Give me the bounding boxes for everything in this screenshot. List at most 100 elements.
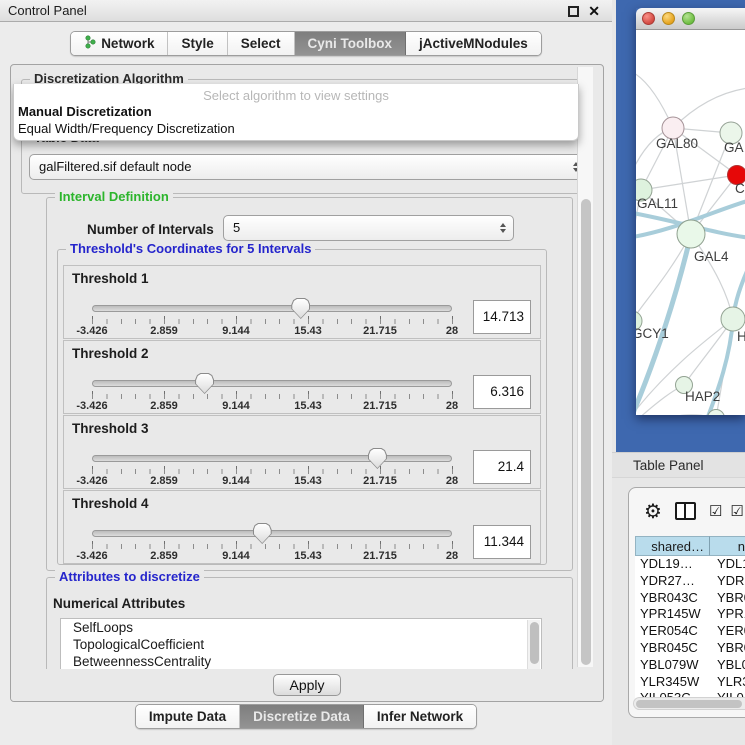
network-node-h[interactable]	[721, 307, 745, 331]
shared-name-cell: YLR345W	[635, 674, 710, 691]
control-panel-titlebar: Control Panel ✕	[0, 0, 612, 22]
tab-infer-network[interactable]: Infer Network	[364, 705, 476, 728]
table-row[interactable]: YLR345WYLR3	[635, 674, 745, 691]
table-data-combobox[interactable]: galFiltered.sif default node	[29, 154, 587, 180]
table-horizontal-scrollbar[interactable]	[633, 697, 745, 710]
column-header-shared-name[interactable]: shared…	[635, 536, 710, 556]
close-icon[interactable]: ✕	[588, 6, 600, 17]
tab-label: Style	[181, 36, 213, 51]
shared-name-cell: YBR043C	[635, 590, 710, 607]
close-traffic-light-icon[interactable]	[642, 12, 655, 25]
algorithm-option[interactable]: Equal Width/Frequency Discretization	[14, 120, 578, 137]
name-cell: YER0	[710, 623, 745, 640]
panel-vertical-scrollbar[interactable]	[577, 67, 593, 667]
network-node-label: GAL80	[656, 136, 698, 151]
scroll-content: Discretization Algorithm Select algorith…	[11, 65, 604, 669]
threshold-value-field[interactable]: 21.4	[473, 450, 531, 484]
network-canvas[interactable]: GAL80GACGAL11GAL4GCY1HHAP2	[636, 30, 745, 415]
table-row[interactable]: YBR045CYBR0	[635, 640, 745, 657]
tab-cyni-toolbox[interactable]: Cyni Toolbox	[295, 32, 407, 55]
threshold-value-field[interactable]: 6.316	[473, 375, 531, 409]
table-row[interactable]: YBR043CYBR0	[635, 590, 745, 607]
apply-row: Apply	[11, 669, 603, 702]
algorithm-dropdown-popup: Select algorithm to view settings Manual…	[13, 84, 579, 141]
tab-select[interactable]: Select	[228, 32, 295, 55]
select-none-checkbox-icon[interactable]: ☑	[730, 502, 745, 520]
network-node-label: GCY1	[636, 326, 669, 341]
split-columns-icon[interactable]	[675, 502, 696, 520]
tab-label: Impute Data	[149, 709, 226, 724]
tick-label: 15.43	[294, 550, 322, 562]
gear-icon[interactable]: ⚙	[644, 499, 662, 524]
threshold-label: Threshold 4	[72, 496, 149, 511]
shared-name-cell: YER054C	[635, 623, 710, 640]
tick-label: 21.715	[363, 325, 397, 337]
tab-discretize-data[interactable]: Discretize Data	[240, 705, 364, 728]
network-view-frame: GAL80GACGAL11GAL4GCY1HHAP2	[616, 0, 745, 452]
tab-style[interactable]: Style	[168, 32, 227, 55]
algorithm-option[interactable]: Manual Discretization	[14, 103, 578, 120]
threshold-value-field[interactable]: 14.713	[473, 300, 531, 334]
table-row[interactable]: YDL19…YDL1	[635, 556, 745, 573]
slider-minor-ticks	[92, 469, 453, 474]
tab-label: Cyni Toolbox	[308, 36, 393, 51]
network-node-label: C	[735, 181, 745, 196]
control-panel-title: Control Panel	[8, 3, 87, 18]
table-panel-toolbar: ⚙ ☑ ☑	[629, 488, 745, 534]
attribute-list-item[interactable]: BetweennessCentrality	[61, 653, 541, 669]
select-all-checkbox-icon[interactable]: ☑	[709, 502, 725, 520]
shared-name-cell: YDL19…	[635, 556, 710, 573]
network-edge[interactable]	[641, 175, 737, 190]
node-table-header: shared… na	[635, 536, 745, 556]
network-node-label: GAL4	[694, 249, 729, 264]
top-tabbar: Network Style Select Cyni Toolbox jActiveMNo…	[0, 31, 612, 56]
network-window-titlebar[interactable]	[636, 8, 745, 30]
network-node-label: HAP2	[685, 389, 720, 404]
tick-label: 15.43	[294, 325, 322, 337]
table-row[interactable]: YER054CYER0	[635, 623, 745, 640]
number-of-intervals-value: 5	[233, 220, 240, 235]
attributes-list-scrollbar[interactable]	[527, 620, 540, 669]
threshold-slider[interactable]	[92, 305, 452, 312]
network-node-gal4[interactable]	[677, 220, 705, 248]
tab-jactivemnodules[interactable]: jActiveMNodules	[406, 32, 541, 55]
stepper-icon	[500, 223, 506, 233]
attribute-list-item[interactable]: TopologicalCoefficient	[61, 636, 541, 653]
threshold-value-field[interactable]: 11.344	[473, 525, 531, 559]
tick-label: 2.859	[150, 400, 178, 412]
threshold-slider[interactable]	[92, 530, 452, 537]
table-panel-titlebar: Table Panel	[612, 452, 745, 478]
number-of-intervals-combobox[interactable]: 5	[223, 215, 514, 241]
zoom-traffic-light-icon[interactable]	[682, 12, 695, 25]
tab-label: Select	[241, 36, 281, 51]
tick-label: -3.426	[76, 400, 107, 412]
table-row[interactable]: YDR27…YDR2	[635, 573, 745, 590]
shared-name-cell: YBR045C	[635, 640, 710, 657]
network-edge[interactable]	[636, 234, 691, 321]
apply-button[interactable]: Apply	[273, 674, 341, 696]
node-table: shared… na YDL19…YDL1YDR27…YDR2YBR043CYB…	[635, 536, 745, 707]
tab-label: Discretize Data	[253, 709, 350, 724]
name-cell: YBR0	[710, 590, 745, 607]
table-row[interactable]: YPR145WYPR1	[635, 606, 745, 623]
threshold-slider[interactable]	[92, 380, 452, 387]
attribute-list-item[interactable]: SelfLoops	[61, 619, 541, 636]
threshold-panel: Threshold 1-3.4262.8599.14415.4321.71528…	[63, 265, 541, 339]
tick-label: 9.144	[222, 325, 250, 337]
table-row[interactable]: YBL079WYBL0	[635, 657, 745, 674]
tick-label: 2.859	[150, 325, 178, 337]
shared-name-cell: YPR145W	[635, 606, 710, 623]
minimize-traffic-light-icon[interactable]	[662, 12, 675, 25]
attributes-group: Attributes to discretize Numerical Attri…	[46, 577, 573, 669]
tab-network[interactable]: Network	[71, 32, 168, 55]
threshold-slider[interactable]	[92, 455, 452, 462]
table-data-group: Table Data galFiltered.sif default node	[21, 138, 593, 194]
column-header-name[interactable]: na	[710, 536, 745, 556]
numerical-attributes-list[interactable]: SelfLoopsTopologicalCoefficientBetweenne…	[60, 618, 542, 669]
float-window-icon[interactable]	[568, 6, 579, 17]
tick-label: 21.715	[363, 475, 397, 487]
tick-label: 28	[446, 325, 458, 337]
tab-impute-data[interactable]: Impute Data	[136, 705, 240, 728]
screen: Control Panel ✕ Network Style Select Cyni T…	[0, 0, 745, 745]
tick-label: 2.859	[150, 550, 178, 562]
